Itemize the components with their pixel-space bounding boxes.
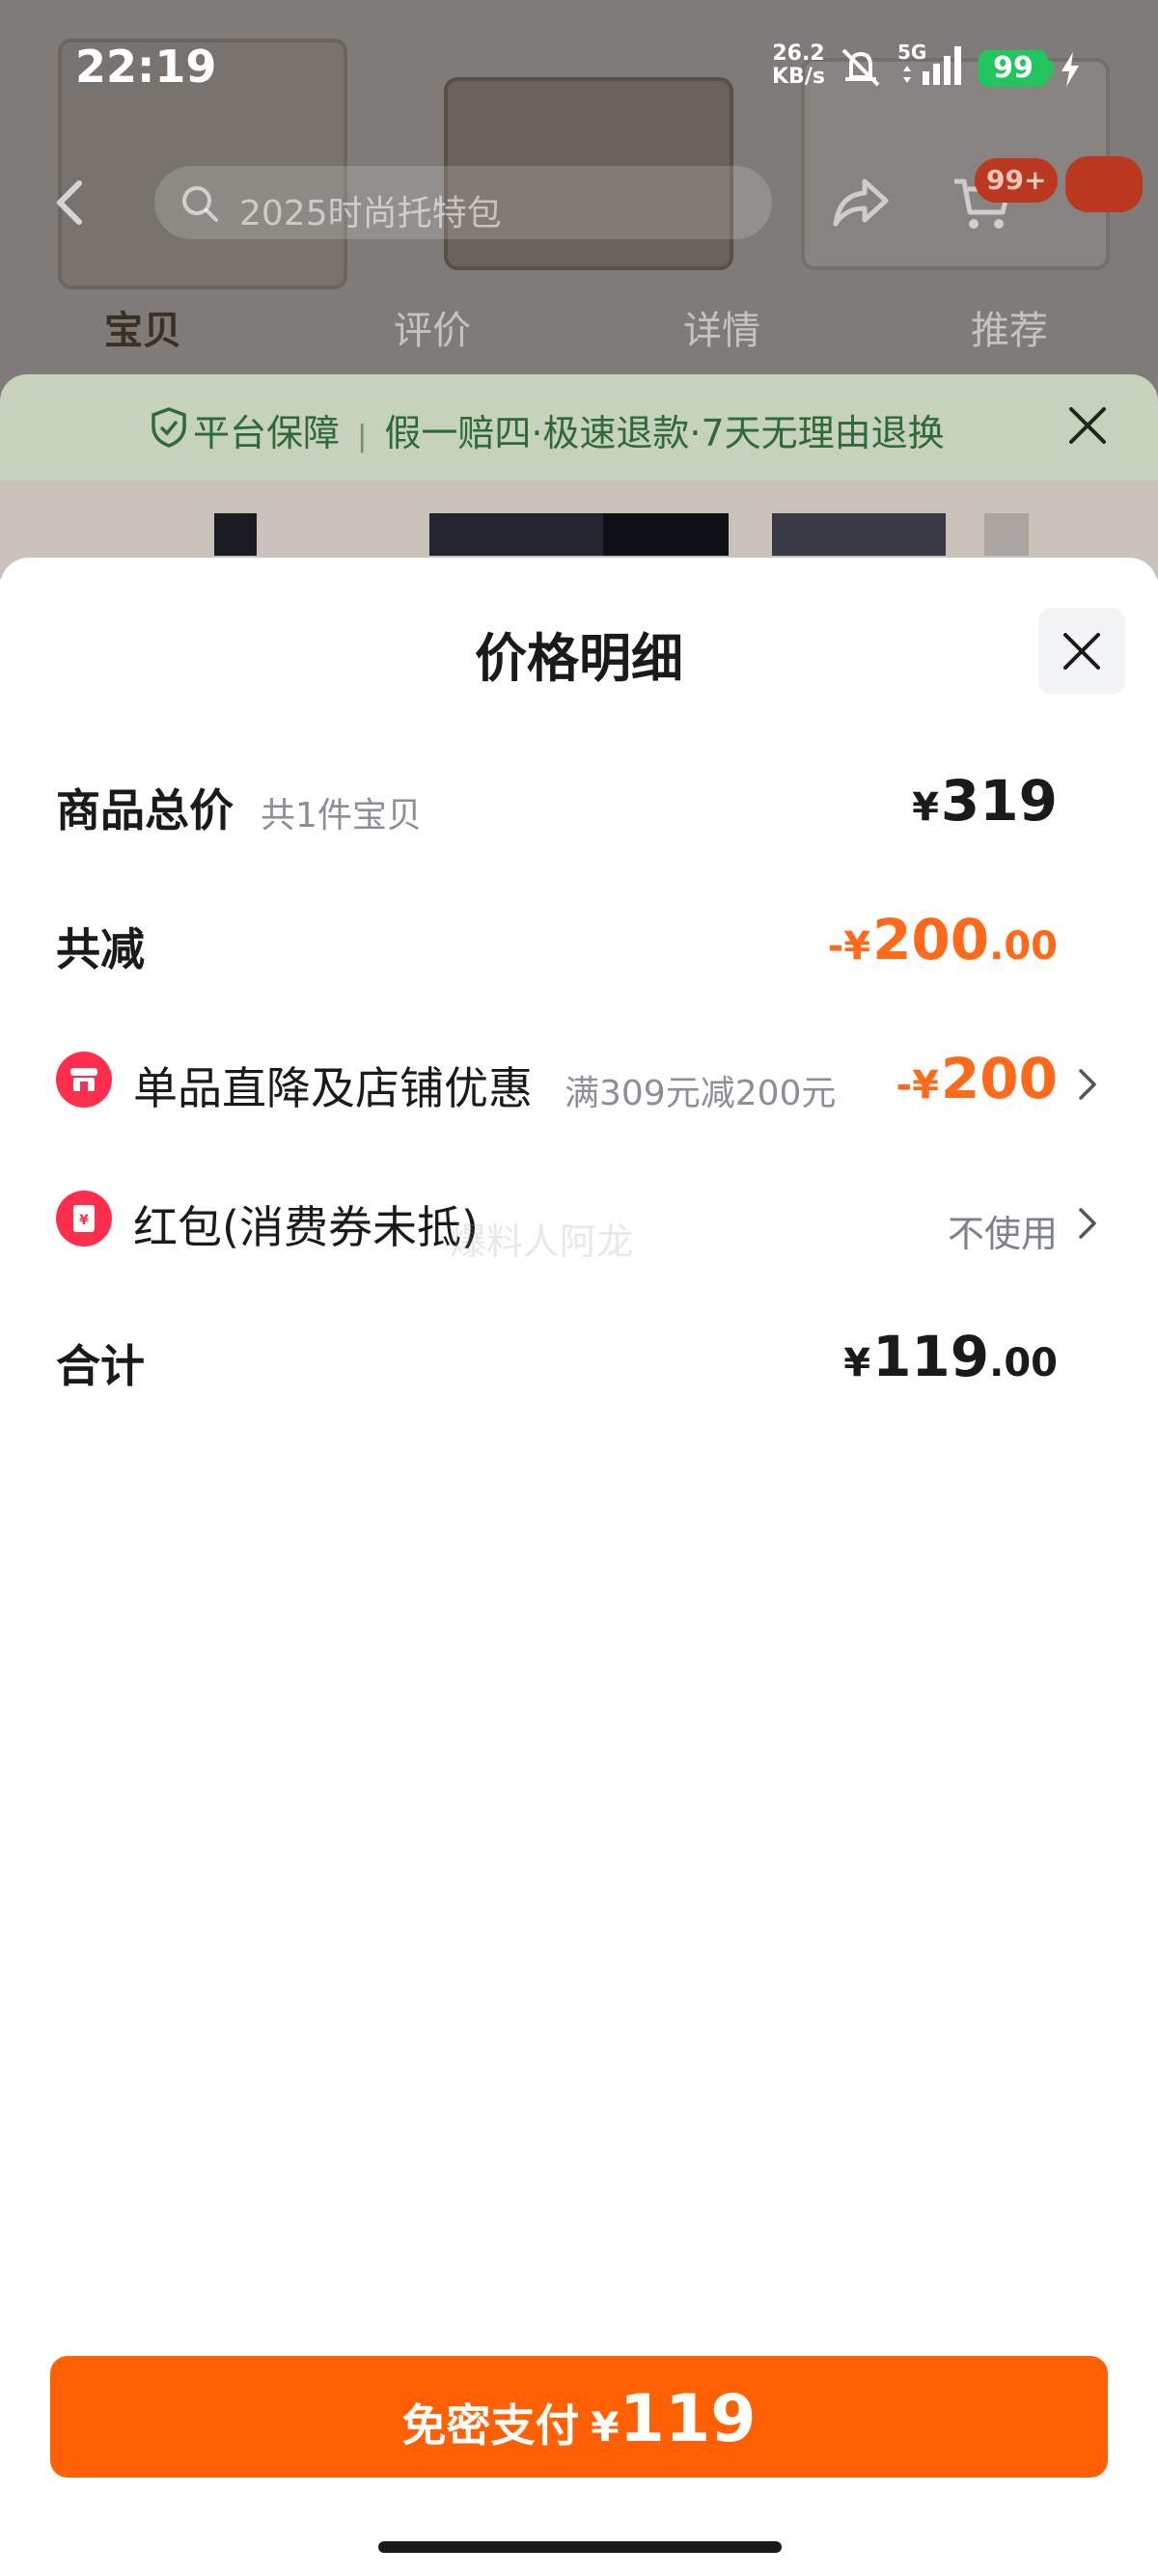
- search-box[interactable]: 2025时尚托特包: [154, 166, 772, 239]
- price-detail-sheet: 价格明细 商品总价 共1件宝贝 ¥319 共减 -¥200.00 单品直降及店铺…: [0, 558, 1158, 2576]
- guarantee-divider: |: [357, 420, 368, 453]
- red-packet-value: 不使用: [947, 1213, 1058, 1255]
- row-total-discount: 共减 -¥200.00: [0, 891, 1158, 988]
- store-discount-rule: 满309元减200元: [565, 1074, 837, 1113]
- battery-tip: [1048, 61, 1054, 76]
- status-time: 22:19: [75, 41, 217, 93]
- thumbnail[interactable]: [429, 513, 603, 556]
- svg-text:¥: ¥: [79, 1213, 89, 1228]
- tab-baobei[interactable]: 宝贝: [104, 299, 181, 355]
- pay-button-label: 免密支付 ¥119: [401, 2381, 757, 2457]
- shield-icon: [152, 407, 186, 448]
- goods-count: 共1件宝贝: [261, 796, 422, 836]
- pay-button[interactable]: 免密支付 ¥119: [50, 2356, 1108, 2478]
- mute-bell-icon: [841, 48, 880, 87]
- search-icon: [182, 186, 218, 222]
- red-packet-label: 红包(消费券未抵): [133, 1201, 479, 1253]
- background-product-page: 22:19 26.2 KB/s 5G 99 2025时尚托特包 99+ 宝贝 评…: [0, 0, 1158, 579]
- total-discount-label: 共减: [56, 923, 145, 975]
- chevron-right-icon: [1079, 1208, 1096, 1239]
- status-bar: 22:19 26.2 KB/s 5G 99: [0, 0, 1158, 135]
- network-speed: 26.2 KB/s: [772, 41, 825, 89]
- signal-icon: [903, 46, 961, 85]
- row-sum: 合计 ¥119.00: [0, 1308, 1158, 1405]
- tab-reviews[interactable]: 评价: [394, 299, 471, 355]
- back-arrow-icon[interactable]: [48, 178, 95, 228]
- total-discount-value: -¥200.00: [827, 907, 1058, 973]
- guarantee-banner: 平台保障 | 假一赔四·极速退款·7天无理由退换: [0, 374, 1158, 480]
- close-button[interactable]: [1038, 608, 1125, 695]
- product-tabs: 宝贝 评价 详情 推荐: [0, 289, 1158, 367]
- chat-icon[interactable]: [1065, 156, 1143, 212]
- row-store-discount[interactable]: 单品直降及店铺优惠 满309元减200元 -¥200: [0, 1030, 1158, 1127]
- goods-total-value: ¥319: [912, 768, 1058, 834]
- thumbnail[interactable]: [214, 513, 257, 556]
- store-icon: [56, 1052, 112, 1108]
- close-icon[interactable]: [1063, 401, 1112, 450]
- thumbnail[interactable]: [603, 513, 729, 556]
- close-icon: [1063, 633, 1100, 670]
- home-indicator: [378, 2541, 782, 2553]
- sum-value: ¥119.00: [843, 1324, 1058, 1389]
- store-discount-label: 单品直降及店铺优惠: [133, 1062, 533, 1114]
- sheet-title: 价格明细: [475, 628, 683, 689]
- search-placeholder: 2025时尚托特包: [239, 194, 502, 233]
- charging-icon: [1062, 52, 1079, 87]
- top-nav: 2025时尚托特包 99+: [0, 154, 1158, 251]
- cart-count-badge: 99+: [975, 158, 1059, 203]
- tab-details[interactable]: 详情: [683, 299, 760, 355]
- chevron-right-icon: [1079, 1069, 1096, 1100]
- battery-indicator: 99: [979, 50, 1048, 87]
- thumbnail[interactable]: [772, 513, 946, 556]
- guarantee-text: 平台保障 | 假一赔四·极速退款·7天无理由退换: [193, 403, 945, 456]
- watermark: 爆料人阿龙: [450, 1220, 634, 1263]
- store-discount-value: -¥200: [896, 1046, 1058, 1111]
- goods-total-label: 商品总价: [56, 784, 234, 836]
- sum-label: 合计: [56, 1340, 145, 1392]
- tab-recommend[interactable]: 推荐: [971, 299, 1048, 355]
- row-goods-total: 商品总价 共1件宝贝 ¥319: [0, 753, 1158, 849]
- thumbnail[interactable]: [984, 513, 1029, 556]
- guarantee-title: 平台保障: [193, 412, 341, 454]
- guarantee-detail: 假一赔四·极速退款·7天无理由退换: [384, 412, 945, 454]
- red-packet-icon: ¥: [56, 1191, 112, 1247]
- share-icon[interactable]: [830, 174, 892, 232]
